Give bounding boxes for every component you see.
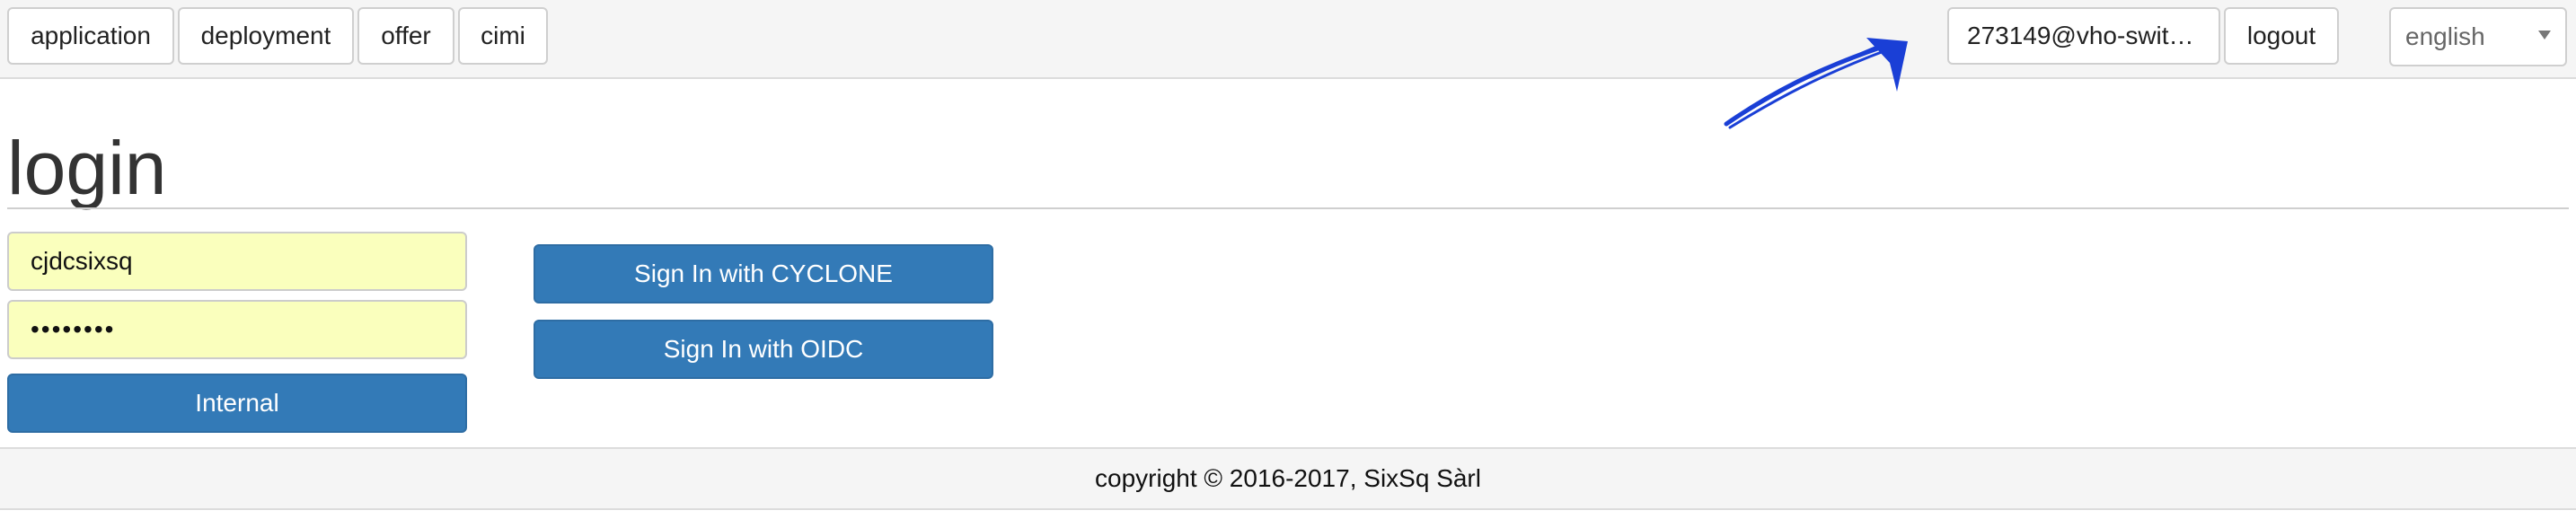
footer: copyright © 2016-2017, SixSq Sàrl	[0, 447, 2576, 510]
user-label: 273149@vho-swit…	[1967, 22, 2194, 49]
internal-signin-button[interactable]: Internal	[7, 374, 467, 433]
arrow-annotation-icon	[1724, 38, 1908, 129]
nav-cimi-label: cimi	[481, 22, 525, 49]
caret-down-icon	[2538, 31, 2551, 40]
oidc-signin-label: Sign In with OIDC	[663, 335, 864, 363]
language-selected-label: english	[2405, 22, 2485, 50]
nav-deployment-label: deployment	[200, 22, 331, 49]
user-button[interactable]: 273149@vho-swit…	[1947, 7, 2220, 65]
nav-offer-button[interactable]: offer	[357, 7, 454, 65]
nav-application-button[interactable]: application	[7, 7, 174, 65]
nav-deployment-button[interactable]: deployment	[178, 7, 354, 65]
username-input[interactable]	[7, 232, 467, 291]
internal-signin-label: Internal	[195, 389, 279, 417]
top-navbar: application deployment offer cimi 273149…	[0, 0, 2576, 79]
language-select[interactable]: english	[2389, 7, 2567, 66]
password-input[interactable]	[7, 300, 467, 359]
nav-cimi-button[interactable]: cimi	[458, 7, 548, 65]
page-title: login	[7, 126, 167, 210]
cyclone-signin-label: Sign In with CYCLONE	[634, 260, 893, 287]
logout-label: logout	[2246, 22, 2316, 49]
oidc-signin-button[interactable]: Sign In with OIDC	[534, 320, 993, 379]
cyclone-signin-button[interactable]: Sign In with CYCLONE	[534, 244, 993, 304]
nav-application-label: application	[31, 22, 151, 49]
copyright-text: copyright © 2016-2017, SixSq Sàrl	[1095, 464, 1481, 492]
nav-offer-label: offer	[381, 22, 431, 49]
title-divider	[7, 207, 2569, 209]
logout-button[interactable]: logout	[2224, 7, 2339, 65]
